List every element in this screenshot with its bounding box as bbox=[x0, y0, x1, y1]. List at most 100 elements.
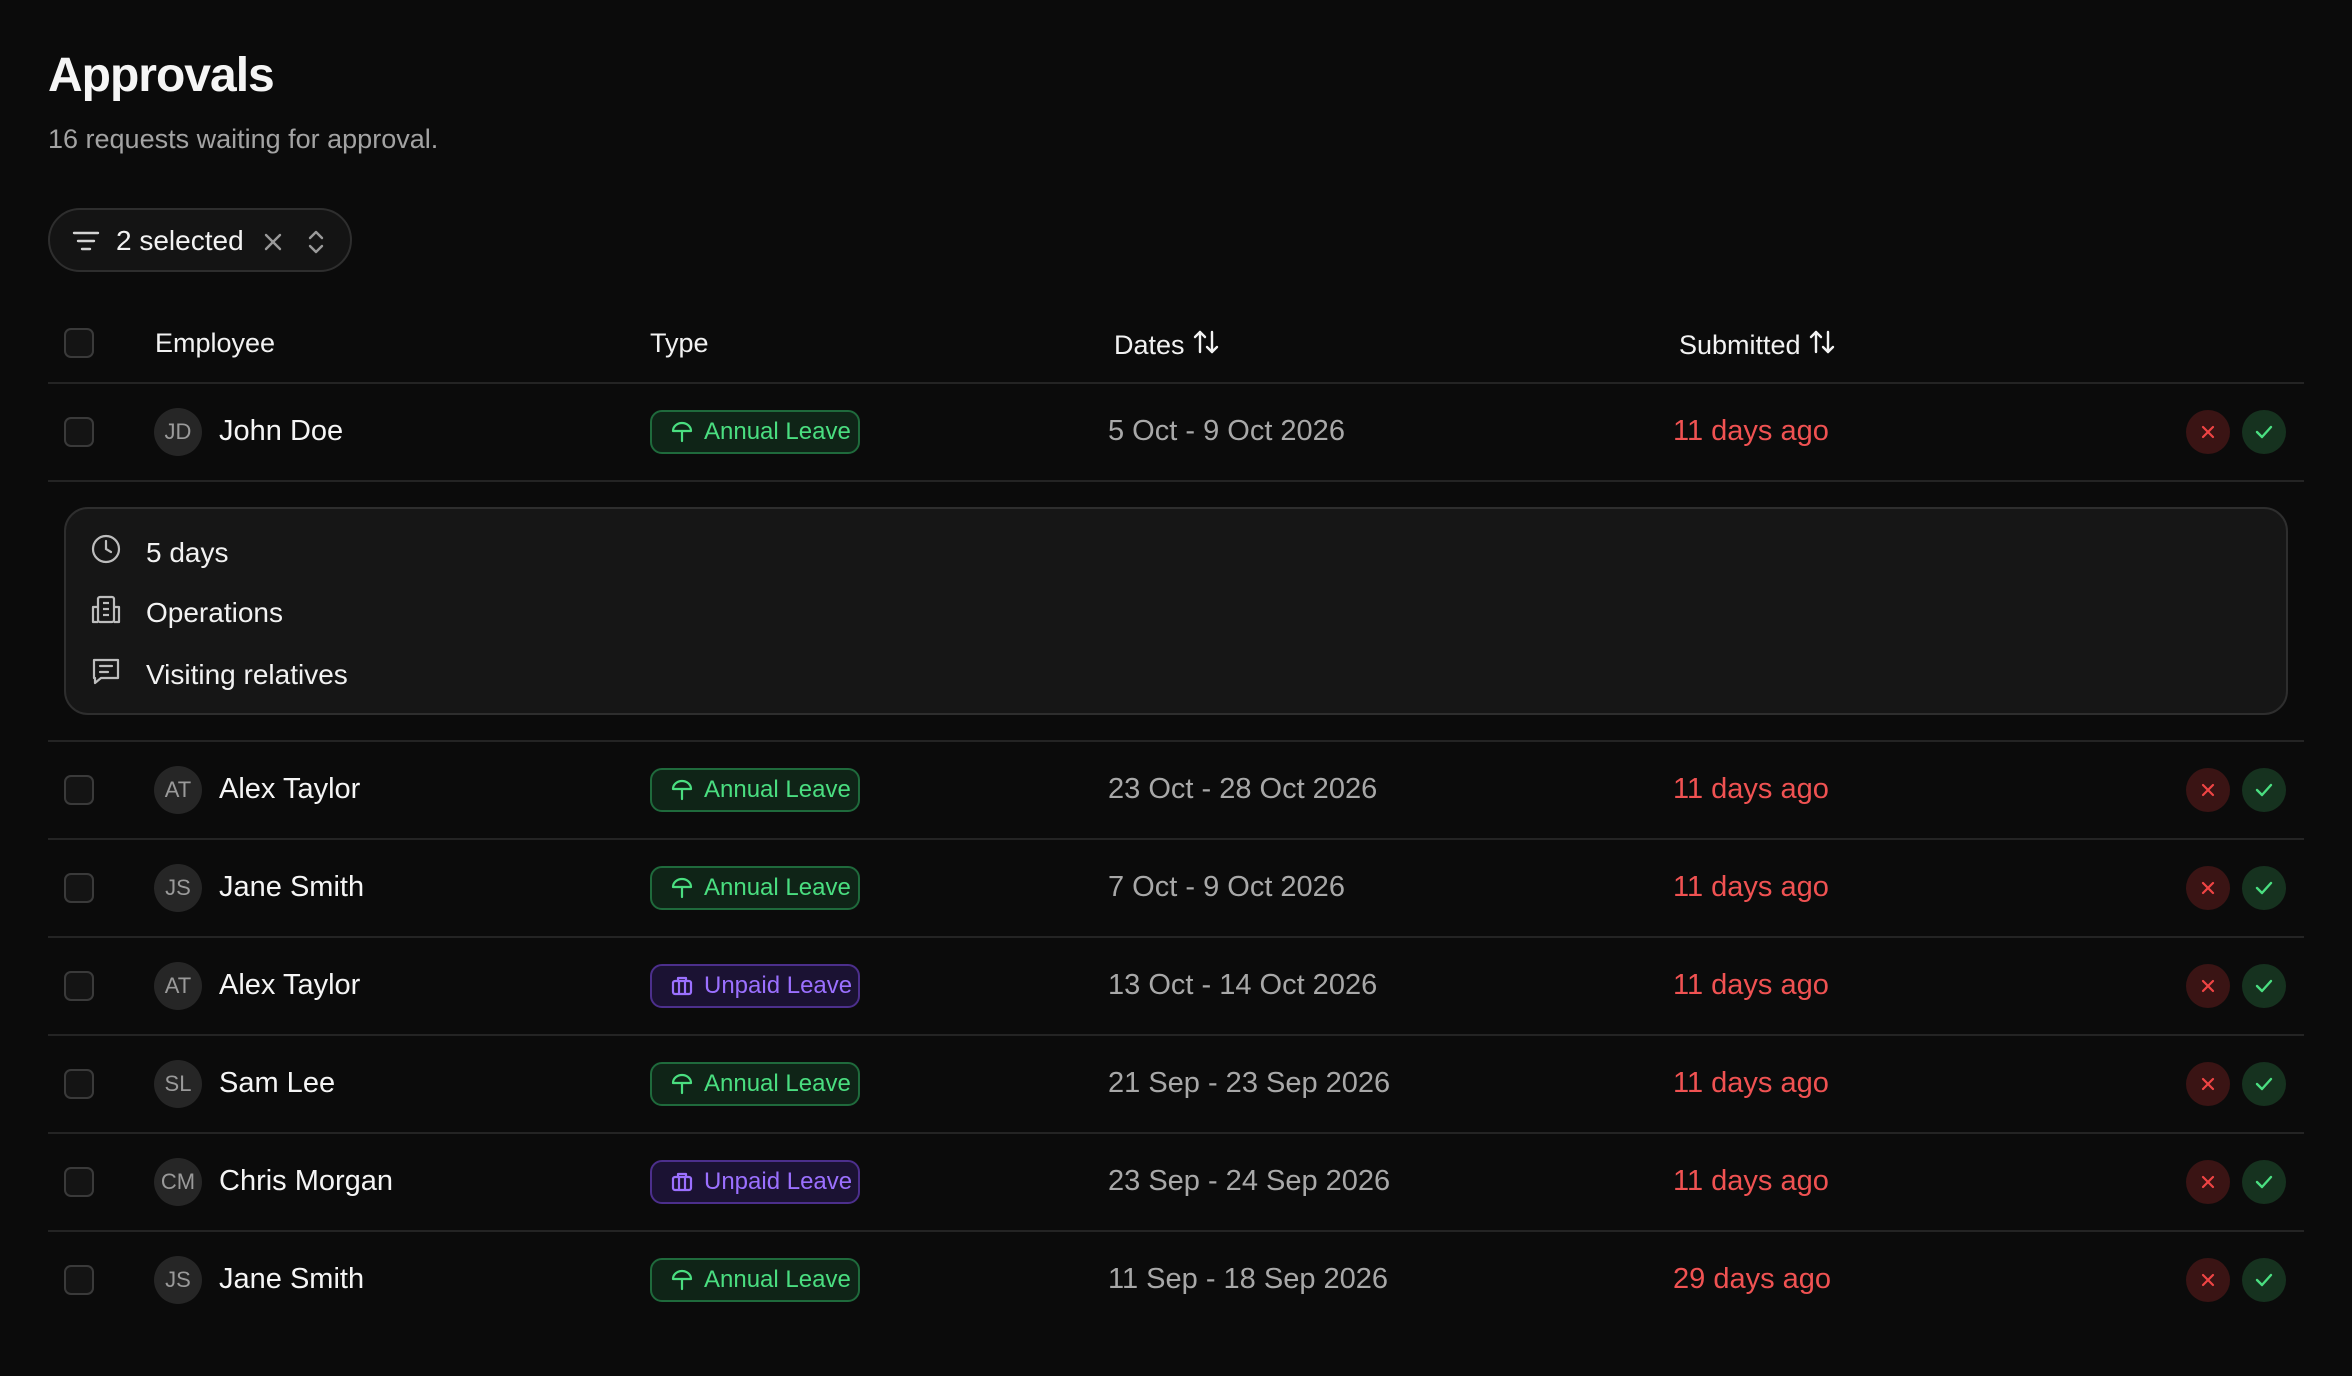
submitted-time: 11 days ago bbox=[1673, 1067, 1829, 1099]
table-row[interactable]: CM Chris Morgan Unpaid Leave 23 Sep - 24 Se… bbox=[0, 1134, 2352, 1230]
leave-dates: 5 Oct - 9 Oct 2026 bbox=[1108, 415, 1345, 447]
detail-department-text: Operations bbox=[146, 596, 283, 628]
row-checkbox[interactable] bbox=[64, 1265, 94, 1295]
detail-duration: 5 days bbox=[90, 533, 229, 572]
leave-type-badge: Annual Leave bbox=[650, 866, 860, 910]
approve-button[interactable] bbox=[2242, 1160, 2286, 1204]
table-row[interactable]: JD John Doe Annual Leave 5 Oct - 9 Oct 2026… bbox=[0, 384, 2352, 480]
check-icon bbox=[2254, 1173, 2274, 1191]
table-row[interactable]: SL Sam Lee Annual Leave 21 Sep - 23 Sep 202… bbox=[0, 1036, 2352, 1132]
close-icon bbox=[2199, 879, 2217, 897]
table-row[interactable]: AT Alex Taylor Annual Leave 23 Oct - 28 Oct… bbox=[0, 742, 2352, 838]
close-icon[interactable] bbox=[262, 231, 284, 258]
filter-chip[interactable]: 2 selected bbox=[48, 208, 352, 272]
detail-reason-text: Visiting relatives bbox=[146, 658, 348, 690]
filter-icon bbox=[72, 229, 100, 258]
briefcase-icon bbox=[670, 1170, 694, 1194]
reject-button[interactable] bbox=[2186, 1258, 2230, 1302]
reject-button[interactable] bbox=[2186, 866, 2230, 910]
approve-button[interactable] bbox=[2242, 410, 2286, 454]
leave-type-label: Annual Leave bbox=[704, 874, 851, 901]
column-header-submitted[interactable]: Submitted bbox=[1679, 328, 1835, 363]
leave-type-label: Annual Leave bbox=[704, 1266, 851, 1293]
submitted-time: 11 days ago bbox=[1673, 969, 1829, 1001]
check-icon bbox=[2254, 879, 2274, 897]
approve-button[interactable] bbox=[2242, 1258, 2286, 1302]
leave-type-label: Unpaid Leave bbox=[704, 972, 853, 999]
detail-department: Operations bbox=[90, 593, 283, 632]
employee-name: Alex Taylor bbox=[219, 773, 361, 805]
row-checkbox[interactable] bbox=[64, 417, 94, 447]
reject-button[interactable] bbox=[2186, 768, 2230, 812]
umbrella-icon bbox=[670, 420, 694, 444]
submitted-time: 11 days ago bbox=[1673, 773, 1829, 805]
row-checkbox[interactable] bbox=[64, 775, 94, 805]
clock-icon bbox=[90, 533, 122, 572]
leave-type-label: Annual Leave bbox=[704, 776, 851, 803]
leave-type-badge: Unpaid Leave bbox=[650, 1160, 860, 1204]
chevron-up-down-icon[interactable] bbox=[306, 227, 326, 262]
leave-dates: 7 Oct - 9 Oct 2026 bbox=[1108, 871, 1345, 903]
building-icon bbox=[90, 593, 122, 632]
close-icon bbox=[2199, 1271, 2217, 1289]
avatar: JD bbox=[154, 408, 202, 456]
column-header-type: Type bbox=[650, 328, 709, 358]
approve-button[interactable] bbox=[2242, 1062, 2286, 1106]
approve-button[interactable] bbox=[2242, 964, 2286, 1008]
row-checkbox[interactable] bbox=[64, 971, 94, 1001]
leave-type-label: Annual Leave bbox=[704, 418, 851, 445]
table-row[interactable]: JS Jane Smith Annual Leave 11 Sep - 18 Sep … bbox=[0, 1232, 2352, 1328]
table-row[interactable]: AT Alex Taylor Unpaid Leave 13 Oct - 14 Oct… bbox=[0, 938, 2352, 1034]
submitted-time: 29 days ago bbox=[1673, 1263, 1832, 1295]
reject-button[interactable] bbox=[2186, 1062, 2230, 1106]
avatar: JS bbox=[154, 1256, 202, 1304]
avatar: JS bbox=[154, 864, 202, 912]
row-checkbox[interactable] bbox=[64, 873, 94, 903]
umbrella-icon bbox=[670, 1268, 694, 1292]
column-header-employee: Employee bbox=[155, 328, 276, 358]
employee-name: John Doe bbox=[219, 415, 344, 447]
leave-dates: 21 Sep - 23 Sep 2026 bbox=[1108, 1067, 1391, 1099]
check-icon bbox=[2254, 1075, 2274, 1093]
close-icon bbox=[2199, 781, 2217, 799]
close-icon bbox=[2199, 977, 2217, 995]
employee-name: Jane Smith bbox=[219, 1263, 365, 1295]
close-icon bbox=[2199, 1173, 2217, 1191]
approve-button[interactable] bbox=[2242, 768, 2286, 812]
reject-button[interactable] bbox=[2186, 964, 2230, 1008]
page-title: Approvals bbox=[48, 49, 275, 102]
submitted-time: 11 days ago bbox=[1673, 415, 1829, 447]
leave-type-label: Annual Leave bbox=[704, 1070, 851, 1097]
leave-type-badge: Annual Leave bbox=[650, 1062, 860, 1106]
leave-dates: 23 Oct - 28 Oct 2026 bbox=[1108, 773, 1378, 805]
avatar: AT bbox=[154, 766, 202, 814]
select-all-checkbox[interactable] bbox=[64, 328, 94, 358]
detail-duration-text: 5 days bbox=[146, 536, 229, 568]
column-header-dates[interactable]: Dates bbox=[1114, 328, 1219, 363]
avatar: SL bbox=[154, 1060, 202, 1108]
close-icon bbox=[2199, 423, 2217, 441]
table-row[interactable]: JS Jane Smith Annual Leave 7 Oct - 9 Oct 20… bbox=[0, 840, 2352, 936]
check-icon bbox=[2254, 977, 2274, 995]
reject-button[interactable] bbox=[2186, 410, 2230, 454]
submitted-time: 11 days ago bbox=[1673, 1165, 1829, 1197]
sort-icon bbox=[1809, 328, 1835, 363]
approvals-page: Approvals 16 requests waiting for approv… bbox=[0, 0, 2352, 1376]
row-checkbox[interactable] bbox=[64, 1167, 94, 1197]
umbrella-icon bbox=[670, 1072, 694, 1096]
approve-button[interactable] bbox=[2242, 866, 2286, 910]
request-details-panel: 5 days Operations Visiting relatives bbox=[64, 507, 2288, 715]
umbrella-icon bbox=[670, 778, 694, 802]
reject-button[interactable] bbox=[2186, 1160, 2230, 1204]
leave-type-badge: Annual Leave bbox=[650, 768, 860, 812]
avatar: CM bbox=[154, 1158, 202, 1206]
row-checkbox[interactable] bbox=[64, 1069, 94, 1099]
sort-icon bbox=[1193, 328, 1219, 363]
column-header-dates-label: Dates bbox=[1114, 330, 1185, 360]
employee-name: Alex Taylor bbox=[219, 969, 361, 1001]
check-icon bbox=[2254, 1271, 2274, 1289]
briefcase-icon bbox=[670, 974, 694, 998]
employee-name: Sam Lee bbox=[219, 1067, 336, 1099]
leave-dates: 23 Sep - 24 Sep 2026 bbox=[1108, 1165, 1391, 1197]
leave-dates: 11 Sep - 18 Sep 2026 bbox=[1108, 1263, 1389, 1295]
